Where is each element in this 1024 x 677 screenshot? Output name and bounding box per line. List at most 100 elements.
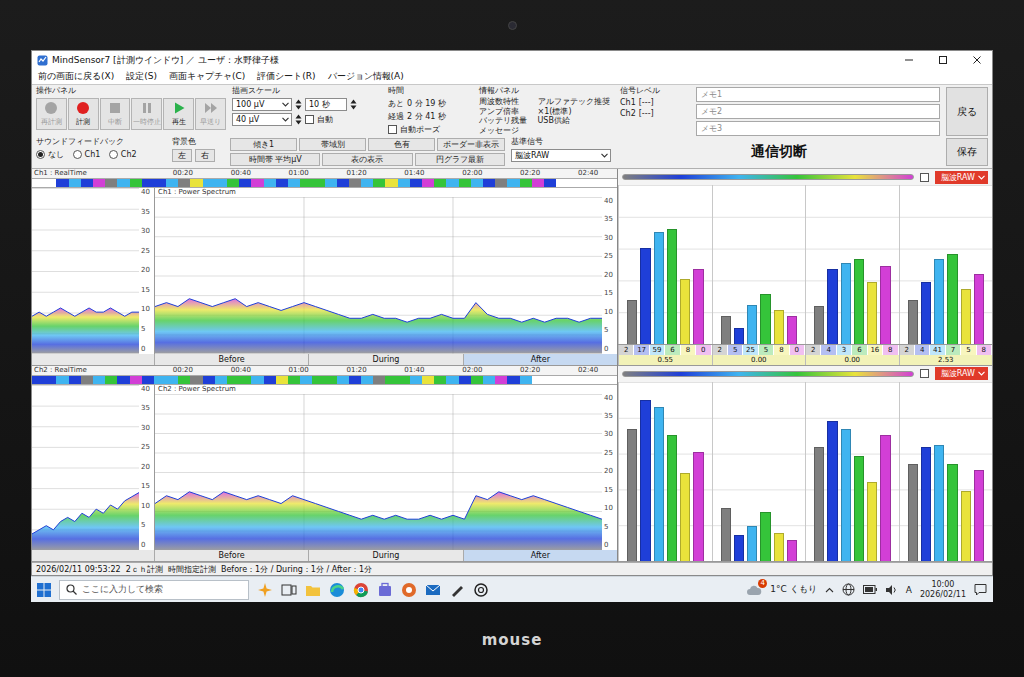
y-tick: 40 — [141, 386, 153, 393]
chevron-up-icon[interactable] — [825, 587, 834, 593]
value-cell: 2 — [713, 345, 728, 355]
menu-item[interactable]: 前の画面に戻る(X) — [38, 70, 114, 83]
view-button[interactable]: 帯域別 — [299, 138, 366, 151]
bar — [667, 435, 677, 561]
chart-area: Ch1 : RealTime00:2000:4001:0001:2001:400… — [32, 169, 617, 562]
save-button[interactable]: 保存 — [946, 138, 988, 166]
strip-cell — [44, 179, 56, 187]
menu-item[interactable]: 画面キャプチャ(C) — [169, 70, 245, 83]
phase-label[interactable]: Before — [154, 354, 308, 365]
phase-label[interactable]: Before — [154, 550, 308, 561]
maximize-button[interactable] — [928, 51, 958, 69]
menu-item[interactable]: 設定(S) — [126, 70, 157, 83]
weather-widget[interactable]: 4 — [746, 584, 762, 596]
background-button[interactable]: 左 — [172, 149, 192, 162]
status-bar: 2026/02/11 09:53:22 2ｃｈ計測 時間指定計測 Before：… — [32, 562, 992, 575]
panel-checkbox[interactable] — [920, 173, 929, 182]
menu-item[interactable]: 評価シート(R) — [257, 70, 315, 83]
strip-cell — [568, 179, 580, 187]
radio-option[interactable]: Ch2 — [109, 150, 142, 159]
radio-label: なし — [48, 149, 64, 160]
memo-input[interactable]: メモ3 — [696, 121, 940, 136]
vpn-icon[interactable] — [401, 582, 417, 598]
chatgpt-icon[interactable] — [473, 582, 489, 598]
operation-button[interactable]: 再生 — [163, 98, 194, 130]
plot-body: 4035302520151050 — [155, 197, 617, 354]
signal-select[interactable]: 脳波RAW — [935, 171, 988, 184]
mail-icon[interactable] — [425, 583, 441, 597]
strip-cell — [532, 179, 544, 187]
signal-select[interactable]: 脳波RAW — [935, 367, 988, 380]
auto-pause-checkbox[interactable] — [388, 125, 397, 134]
message-label: メッセージ — [479, 127, 532, 136]
panel-checkbox[interactable] — [920, 369, 929, 378]
phase-label[interactable]: During — [308, 354, 462, 365]
pen-icon[interactable] — [449, 582, 465, 598]
battery-icon[interactable] — [863, 585, 877, 594]
store-icon[interactable] — [377, 582, 393, 598]
view-button[interactable]: ボーダー非表示 — [437, 138, 505, 151]
radio-option[interactable]: なし — [36, 149, 70, 160]
strip-cell — [215, 376, 227, 384]
menu-item[interactable]: バージョン情報(A) — [328, 70, 404, 83]
time-tick: 01:20 — [346, 169, 366, 178]
operation-button[interactable]: 計測 — [68, 98, 99, 130]
copilot-icon[interactable] — [257, 582, 273, 598]
speaker-icon[interactable] — [885, 584, 898, 596]
amplitude-select[interactable]: 40 μV — [232, 113, 292, 126]
time-tick: 01:40 — [404, 169, 424, 178]
spin-arrows-icon[interactable] — [350, 99, 357, 110]
span-field[interactable]: 10 秒 — [305, 98, 347, 111]
back-button[interactable]: 戻る — [946, 87, 988, 136]
strip-cell — [312, 179, 324, 187]
close-button[interactable] — [962, 51, 992, 69]
sound-feedback: サウンドフィードバックなし Ch1 Ch2 — [36, 138, 166, 166]
memo-input[interactable]: メモ1 — [696, 87, 940, 102]
edge-icon[interactable] — [329, 582, 345, 598]
reference-select[interactable]: 脳波RAW — [511, 149, 611, 162]
phase-label[interactable]: After — [463, 354, 617, 365]
notification-icon[interactable] — [974, 583, 987, 596]
bar — [921, 447, 931, 561]
clock[interactable]: 10:002026/02/11 — [920, 580, 966, 598]
bar — [693, 269, 703, 343]
view-button[interactable]: 円グラフ最新 — [415, 153, 505, 166]
chrome-icon[interactable] — [353, 582, 369, 598]
bar — [921, 282, 931, 344]
magnifier-icon — [66, 584, 77, 595]
radio-option[interactable]: Ch1 — [73, 150, 106, 159]
bar — [680, 279, 690, 344]
view-button[interactable]: 色有 — [368, 138, 435, 151]
bars-header: 脳波RAW — [618, 366, 992, 382]
phase-label[interactable]: After — [463, 550, 617, 561]
time-tick: 01:00 — [289, 169, 309, 178]
auto-checkbox[interactable] — [305, 115, 314, 124]
y-tick: 20 — [604, 272, 616, 279]
view-button[interactable]: 傾き1 — [230, 138, 297, 151]
folder-icon[interactable] — [305, 583, 321, 597]
amplitude-select[interactable]: 100 μV — [232, 98, 292, 111]
y-tick: 30 — [141, 425, 153, 432]
spin-arrows-icon[interactable] — [295, 114, 302, 125]
info-label: 情報パネル — [479, 87, 614, 96]
radio — [73, 150, 82, 159]
windows-start-icon[interactable] — [37, 583, 51, 597]
spin-arrows-icon[interactable] — [295, 99, 302, 110]
laptop-frame: MindSensor7 [計測ウインドウ] ／ ユーザ：水野律子様前の画面に戻る… — [0, 0, 1024, 677]
view-button[interactable]: 時間帯 平均μV — [230, 153, 320, 166]
signal-channel: Ch2 — [620, 109, 636, 118]
minimize-button[interactable] — [894, 51, 924, 69]
task-view-icon[interactable] — [281, 583, 297, 597]
view-button[interactable]: 表の表示 — [322, 153, 412, 166]
globe-icon[interactable] — [842, 583, 855, 596]
strip-cell — [398, 376, 410, 384]
bars-area: 脳波RAW217596800.5525255800.0024361680.002… — [617, 169, 992, 562]
background-button[interactable]: 右 — [195, 149, 215, 162]
phase-label[interactable]: During — [308, 550, 462, 561]
ime-indicator[interactable]: A — [906, 585, 912, 595]
memo-input[interactable]: メモ2 — [696, 104, 940, 119]
strip-cell — [471, 376, 483, 384]
search-box[interactable]: ここに入力して検索 — [59, 580, 249, 600]
ratio-cell: 0.55 — [619, 355, 712, 365]
connection-status: 通信切断 — [617, 138, 940, 166]
